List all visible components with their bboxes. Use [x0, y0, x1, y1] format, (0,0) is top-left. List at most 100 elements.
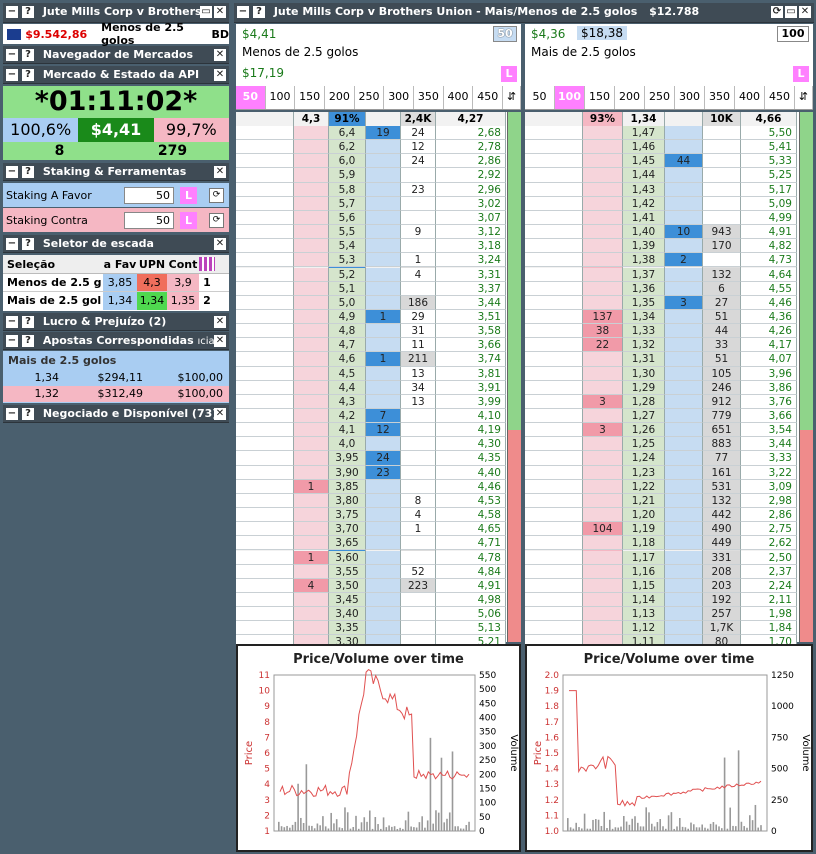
back-cell[interactable]: 2 [665, 253, 703, 268]
back-cell[interactable] [665, 578, 703, 593]
back-cell[interactable] [366, 437, 401, 452]
price-cell[interactable]: 3,35 [329, 621, 366, 636]
traded-cell[interactable] [401, 168, 436, 183]
traded-cell[interactable]: 12 [401, 140, 436, 155]
traded-header[interactable]: −? Negociado e Disponível (73) ✕ [3, 405, 229, 423]
lay-cell[interactable] [294, 508, 329, 523]
ladder-row[interactable]: 3,90 23 4,40 [236, 465, 521, 480]
staking-header[interactable]: −? Staking & Ferramentas ✕ [3, 163, 229, 181]
price-cell[interactable]: 4,7 [329, 338, 366, 353]
back-cell[interactable] [665, 451, 703, 466]
traded-cell[interactable]: 1 [401, 522, 436, 537]
lay-cell[interactable] [294, 154, 329, 169]
price-cell[interactable]: 5,6 [329, 210, 366, 226]
lay-cell[interactable] [583, 239, 623, 254]
ladder-row[interactable]: 5,4 3,18 [236, 239, 521, 254]
back-cell[interactable] [665, 338, 703, 353]
ladder-row[interactable]: 4,5 13 3,81 [236, 366, 521, 381]
ladder-row[interactable]: 1,46 5,41 [525, 140, 813, 155]
ladder-row[interactable]: 3 1,26 651 3,54 [525, 423, 813, 438]
price-cell[interactable]: 1,28 [623, 394, 665, 409]
lay-cell[interactable]: 3 [583, 423, 623, 438]
ladder-row[interactable]: 6,4 19 24 2,68 [236, 126, 521, 141]
stake-option[interactable]: 150 [295, 86, 326, 109]
close-icon[interactable]: ✕ [214, 6, 226, 18]
back-cell[interactable] [665, 508, 703, 523]
back-cell[interactable]: 10 [665, 225, 703, 240]
lay-cell[interactable] [294, 437, 329, 452]
lay-cell[interactable] [294, 338, 329, 353]
ladder-row[interactable]: 4,0 4,30 [236, 437, 521, 452]
ladder-row[interactable]: 3,35 5,13 [236, 621, 521, 636]
ladder-row[interactable]: 1,30 105 3,96 [525, 366, 813, 381]
grid-icon[interactable] [199, 257, 215, 271]
ladder-row[interactable]: 5,8 23 2,96 [236, 182, 521, 197]
price-cell[interactable]: 5,4 [329, 239, 366, 254]
lay-cell[interactable]: 1 [294, 479, 329, 494]
back-cell[interactable] [366, 324, 401, 339]
price-cell[interactable]: 3,80 [329, 493, 366, 509]
lay-cell[interactable] [294, 140, 329, 155]
lay-cell[interactable] [583, 267, 623, 282]
traded-cell[interactable]: 1 [401, 253, 436, 268]
back-cell[interactable] [665, 324, 703, 339]
ladder-row[interactable]: 6,2 12 2,78 [236, 140, 521, 155]
lay-cell[interactable] [294, 182, 329, 197]
l-button[interactable]: L [501, 66, 517, 82]
back-cell[interactable] [366, 140, 401, 155]
ladder-row[interactable]: 3,80 8 4,53 [236, 493, 521, 509]
help-icon[interactable]: ? [22, 316, 34, 328]
price-cell[interactable]: 1,44 [623, 168, 665, 183]
back-cell[interactable] [665, 423, 703, 438]
lay-cell[interactable] [294, 607, 329, 622]
price-cell[interactable]: 5,3 [329, 253, 366, 268]
back-cell[interactable] [366, 182, 401, 197]
price-cell[interactable]: 3,60 [329, 550, 366, 565]
help-icon[interactable]: ? [22, 6, 34, 18]
help-icon[interactable]: ? [22, 335, 34, 347]
ladder-row[interactable]: 3,65 4,71 [236, 536, 521, 551]
back-cell[interactable]: 1 [366, 309, 401, 325]
lay-cell[interactable] [583, 607, 623, 622]
traded-cell[interactable]: 8 [401, 493, 436, 509]
close-icon[interactable]: ✕ [214, 166, 226, 178]
ladder-row[interactable]: 5,7 3,02 [236, 196, 521, 211]
close-icon[interactable]: ✕ [214, 335, 226, 347]
ladder-row[interactable]: 1,14 192 2,11 [525, 592, 813, 608]
back-cell[interactable] [665, 493, 703, 509]
close-icon[interactable]: ✕ [214, 238, 226, 250]
back-cell[interactable] [366, 394, 401, 409]
back-cell[interactable] [366, 536, 401, 551]
lay-cell[interactable] [294, 253, 329, 268]
lay-cell[interactable]: 1 [294, 550, 329, 565]
lay-cell[interactable] [583, 550, 623, 565]
price-cell[interactable]: 3,50 [329, 578, 366, 593]
back-cell[interactable] [366, 154, 401, 169]
back-cell[interactable] [665, 281, 703, 296]
back-cell[interactable]: 3 [665, 295, 703, 310]
price-cell[interactable]: 1,29 [623, 380, 665, 395]
ladder-row[interactable]: 1,31 51 4,07 [525, 352, 813, 367]
lay-cell[interactable] [294, 352, 329, 367]
price-cell[interactable]: 1,41 [623, 210, 665, 226]
back-cell[interactable] [665, 210, 703, 226]
market-navigator-header[interactable]: −? Navegador de Mercados ✕ [3, 46, 229, 64]
traded-cell[interactable] [401, 210, 436, 226]
ladder-row[interactable]: 4,4 34 3,91 [236, 380, 521, 395]
close-icon[interactable]: ✕ [214, 69, 226, 81]
price-cell[interactable]: 3,95 [329, 451, 366, 466]
traded-cell[interactable]: 132 [703, 267, 741, 282]
price-cell[interactable]: 4,3 [329, 394, 366, 409]
ladder-row[interactable]: 38 1,33 44 4,26 [525, 324, 813, 339]
stake-option[interactable]: 100 [555, 86, 585, 109]
ladder-scroll-icon[interactable]: ⇵ [503, 86, 522, 109]
traded-cell[interactable]: 13 [401, 394, 436, 409]
lay-cell[interactable]: 3 [583, 394, 623, 409]
traded-cell[interactable]: 651 [703, 423, 741, 438]
lay-cell[interactable] [583, 225, 623, 240]
collapse-icon[interactable]: − [6, 408, 18, 420]
refresh-icon[interactable]: ⟳ [771, 6, 783, 18]
stake-option[interactable]: 200 [615, 86, 645, 109]
back-cell[interactable] [366, 295, 401, 310]
stake-option[interactable]: 300 [384, 86, 415, 109]
